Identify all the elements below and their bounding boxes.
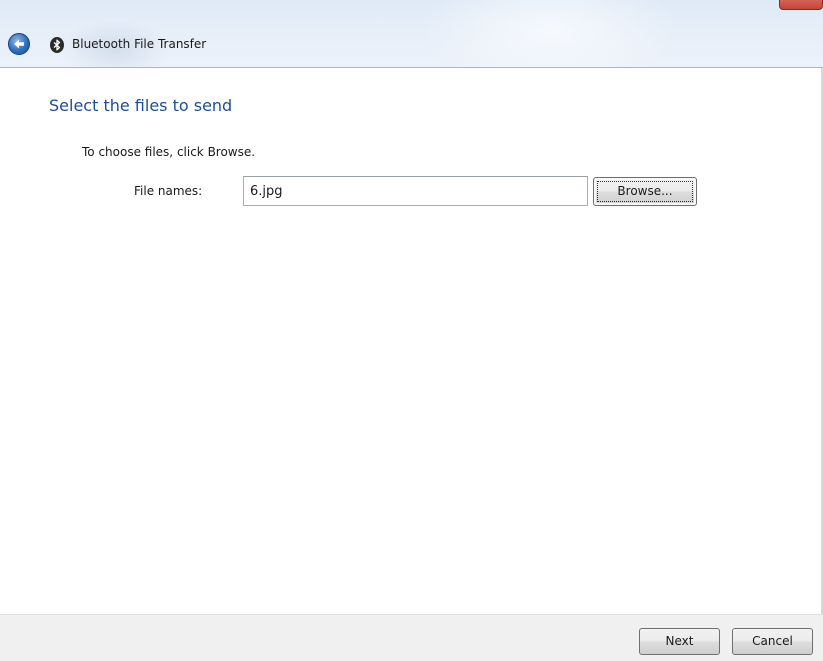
cancel-button[interactable]: Cancel (732, 628, 813, 655)
window-title: Bluetooth File Transfer (72, 37, 207, 51)
header-sheen (420, 0, 680, 67)
title-bar: Bluetooth File Transfer (0, 0, 823, 68)
bluetooth-icon (50, 37, 64, 53)
page-title: Select the files to send (49, 96, 233, 115)
close-button[interactable] (779, 0, 823, 10)
file-names-label: File names: (134, 184, 203, 198)
file-names-input[interactable] (243, 176, 588, 206)
next-button[interactable]: Next (639, 628, 720, 655)
footer-bar: Next Cancel (0, 614, 823, 661)
browse-button-label: Browse... (617, 184, 673, 198)
browse-button[interactable]: Browse... (593, 177, 697, 206)
back-button[interactable] (8, 33, 30, 55)
back-arrow-icon (14, 39, 24, 49)
instruction-text: To choose files, click Browse. (82, 145, 256, 159)
